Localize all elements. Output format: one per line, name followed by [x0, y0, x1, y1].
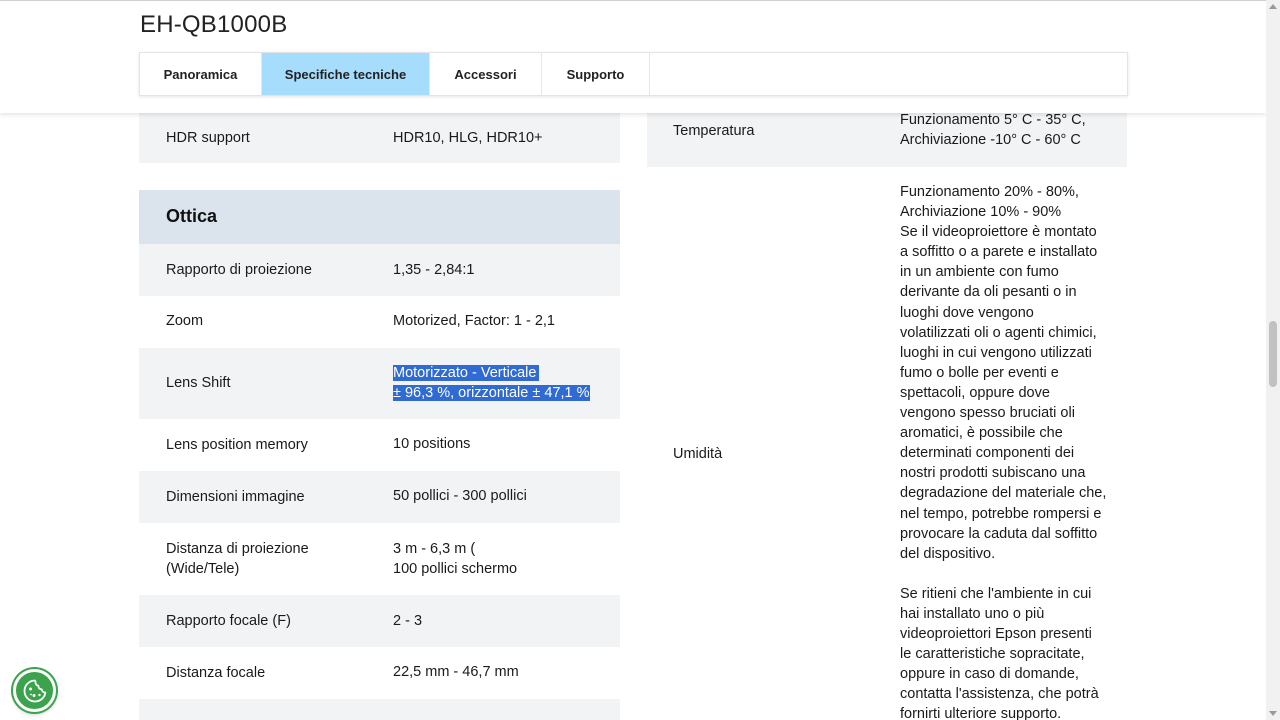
spec-value-line: Archiviazione -10° C - 60° C — [900, 132, 1081, 149]
product-title: EH-QB1000B — [140, 11, 288, 38]
spec-row-throw-distance: Distanza di proiezione (Wide/Tele) 3 m -… — [139, 523, 620, 595]
spec-label: Lens position memory — [166, 437, 308, 453]
spec-label: Distanza di proiezione (Wide/Tele) — [166, 539, 309, 579]
page-scrollbar[interactable] — [1266, 0, 1280, 720]
spec-value: 50 pollici - 300 pollici — [393, 488, 527, 504]
scroll-down-arrow-icon[interactable] — [1269, 711, 1277, 716]
spec-label: Zoom — [166, 313, 204, 329]
spec-value: 3 m - 6,3 m ( 100 pollici schermo — [393, 539, 517, 579]
section-title: Ottica — [166, 206, 218, 226]
spec-label: Umidità — [673, 446, 723, 462]
spec-value: HDR10, HLG, HDR10+ — [393, 130, 543, 146]
spec-value-line: videoproiettori Epson presenti — [900, 626, 1092, 643]
spec-row-focal-length: Distanza focale 22,5 mm - 46,7 mm — [139, 647, 620, 699]
spec-value-line: luoghi dove vengono — [900, 304, 1034, 321]
spec-row-image-size: Dimensioni immagine 50 pollici - 300 pol… — [139, 471, 620, 523]
spec-label: Distanza focale — [166, 665, 266, 681]
spec-value-line: nostri prodotti subiscano una — [900, 465, 1086, 482]
spec-label-line: Distanza di proiezione — [166, 541, 309, 557]
spec-value-line: Archiviazione 10% - 90% — [900, 204, 1062, 221]
spec-value-humidity: Funzionamento 20% - 80%, Archiviazione 10… — [900, 182, 1110, 720]
scroll-thumb[interactable] — [1269, 321, 1277, 387]
spec-value-line: oppure in caso di domande, — [900, 666, 1079, 683]
spec-value: 22,5 mm - 46,7 mm — [393, 664, 519, 680]
spec-row-humidity: Umidità Funzionamento 20% - 80%, Archivia… — [647, 167, 1127, 720]
spec-label: Dimensioni immagine — [166, 489, 305, 505]
spec-value-line: fumo o bolle per eventi e — [900, 364, 1059, 381]
spec-value-line: spettacoli, oppure dove — [900, 384, 1050, 401]
spec-value-line: del dispositivo. — [900, 545, 996, 562]
cookie-icon — [23, 679, 46, 702]
spec-value: Motorized, Factor: 1 - 2,1 — [393, 313, 555, 329]
spec-row-focal-ratio: Rapporto focale (F) 2 - 3 — [139, 595, 620, 647]
spec-value-line: Funzionamento 20% - 80%, — [900, 184, 1079, 200]
spec-value-line: determinati componenti dei — [900, 445, 1075, 462]
spec-label: HDR support — [166, 130, 250, 146]
spec-row-next — [139, 699, 620, 720]
spec-value: Funzionamento 5° C - 35° C, Archiviazion… — [900, 110, 1110, 150]
spec-value-line: derivante da oli pesanti o in — [900, 284, 1077, 301]
tab-accessories[interactable]: Accessori — [430, 53, 542, 95]
spec-value-line: Funzionamento 5° C - 35° C, — [900, 112, 1086, 128]
spec-value-line — [900, 564, 1110, 584]
spec-value: 2 - 3 — [393, 613, 423, 629]
spec-row-lens-memory: Lens position memory 10 positions — [139, 419, 620, 471]
spec-label: Lens Shift — [166, 375, 231, 391]
spec-row-zoom: Zoom Motorized, Factor: 1 - 2,1 — [139, 296, 620, 348]
cookie-settings-button[interactable] — [13, 669, 56, 712]
spec-row-lens-shift: Lens Shift Motorizzato - Verticale ± 96,… — [139, 348, 620, 419]
tab-specifications[interactable]: Specifiche tecniche — [262, 53, 430, 95]
spec-value-line: hai installato uno o più — [900, 605, 1045, 622]
spec-label-line: (Wide/Tele) — [166, 561, 240, 577]
scroll-up-arrow-icon[interactable] — [1269, 4, 1277, 9]
spec-value-selected[interactable]: Motorizzato - Verticale ± 96,3 %, orizzo… — [393, 363, 591, 403]
spec-value-line: degradazione del materiale che, — [900, 485, 1107, 502]
tab-overview[interactable]: Panoramica — [140, 53, 262, 95]
spec-value-line: 3 m - 6,3 m ( — [393, 541, 476, 557]
spec-value-line: luoghi in cui vengono utilizzati — [900, 344, 1092, 361]
spec-row-throw-ratio: Rapporto di proiezione 1,35 - 2,84:1 — [139, 244, 620, 296]
spec-value-line: in un ambiente con fumo — [900, 264, 1059, 281]
spec-value-line: Se il videoproiettore è montato — [900, 224, 1097, 241]
spec-value-line: provocare la caduta dal soffitto — [900, 525, 1098, 542]
selected-text-line: Motorizzato - Verticale — [393, 365, 540, 381]
spec-label: Rapporto di proiezione — [166, 262, 312, 278]
section-header-ottica: Ottica — [139, 190, 620, 244]
tab-support[interactable]: Supporto — [542, 53, 650, 95]
product-header: EH-QB1000B Panoramica Specifiche tecnich… — [0, 0, 1266, 113]
spec-value: 1,35 - 2,84:1 — [393, 262, 475, 278]
spec-value-line: a soffitto o a parete e installato — [900, 244, 1098, 261]
tab-bar: Panoramica Specifiche tecniche Accessori… — [139, 52, 1128, 96]
spec-value-line: aromatici, è possibile che — [900, 425, 1063, 442]
spec-row-hdr: HDR support HDR10, HLG, HDR10+ — [139, 110, 620, 163]
spec-value-line: nel tempo, potrebbe rompersi e — [900, 505, 1102, 522]
selected-text-line: ± 96,3 %, orizzontale ± 47,1 % — [393, 385, 591, 401]
spec-label: Rapporto focale (F) — [166, 613, 291, 629]
spec-label: Temperatura — [673, 123, 755, 139]
spec-value-line: le caratteristiche sopracitate, — [900, 646, 1085, 663]
spec-value: 10 positions — [393, 436, 471, 452]
spec-value-line: Se ritieni che l'ambiente in cui — [900, 585, 1092, 602]
spec-value-line: volatilizzati oli o agenti chimici, — [900, 324, 1097, 341]
spec-value-line: fornirti ulteriore supporto. — [900, 706, 1062, 720]
spec-value-line: contatta l'assistenza, che potrà — [900, 686, 1099, 703]
spec-value-line: 100 pollici schermo — [393, 561, 518, 577]
spec-value-line: vengono spesso bruciati oli — [900, 405, 1075, 422]
